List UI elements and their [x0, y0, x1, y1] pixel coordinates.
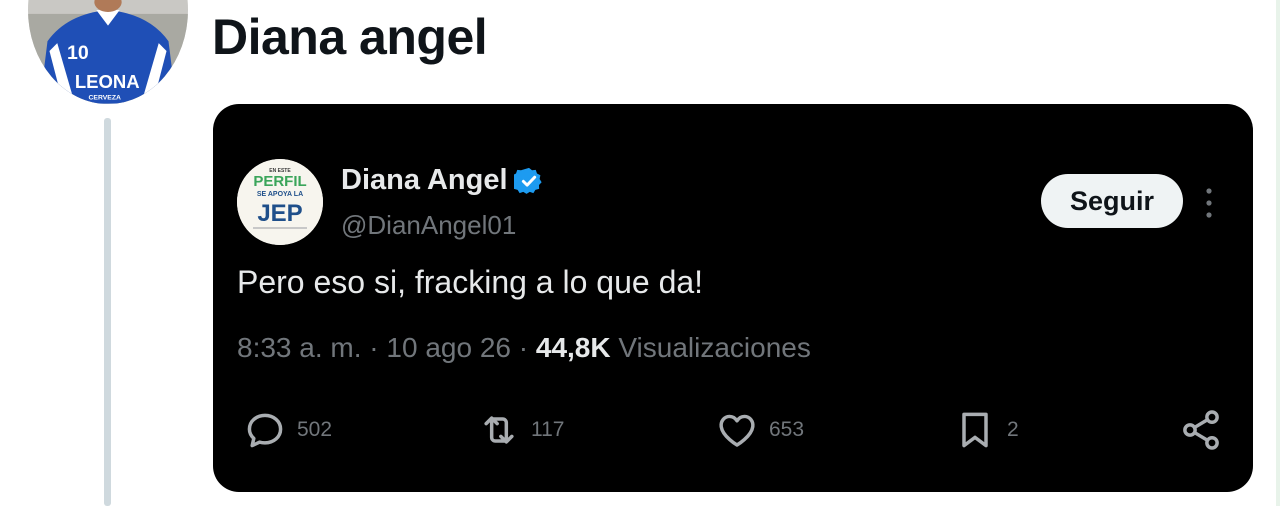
- like-button[interactable]: 653: [715, 408, 804, 452]
- views-label: Visualizaciones: [610, 332, 811, 363]
- reply-count: 502: [297, 418, 333, 441]
- jersey-number: 10: [67, 42, 89, 64]
- more-options-icon[interactable]: [1201, 186, 1217, 220]
- retweet-icon: [484, 416, 514, 444]
- jersey-sponsor-sub: CERVEZA: [88, 95, 121, 102]
- post-author-name[interactable]: Diana angel: [212, 8, 488, 66]
- share-icon: [1183, 410, 1219, 450]
- thread-line: [104, 118, 111, 506]
- embedded-tweet-name-row: Diana Angel: [341, 164, 544, 197]
- meta-separator: ·: [361, 332, 387, 363]
- verified-badge-icon: [513, 167, 542, 194]
- reply-button[interactable]: 502: [243, 408, 332, 452]
- tweet-date[interactable]: 10 ago 26: [386, 332, 511, 363]
- right-edge-border: [1276, 0, 1280, 506]
- profile-avatar[interactable]: 10 LEONA CERVEZA: [26, 0, 190, 106]
- embedded-tweet-display-name[interactable]: Diana Angel: [341, 164, 508, 197]
- avatar-text-jep: JEP: [257, 200, 302, 227]
- views-count[interactable]: 44,8K: [536, 332, 611, 363]
- share-button[interactable]: [1179, 408, 1223, 452]
- meta-separator: ·: [510, 332, 536, 363]
- embedded-tweet-handle[interactable]: @DianAngel01: [341, 210, 516, 241]
- follow-button[interactable]: Seguir: [1041, 174, 1183, 228]
- embedded-tweet-card[interactable]: EN ESTE PERFIL SE APOYA LA JEP Diana Ang…: [213, 104, 1253, 492]
- profile-avatar-image: 10 LEONA CERVEZA: [28, 0, 188, 104]
- retweet-count: 117: [531, 418, 565, 441]
- jep-logo-avatar: EN ESTE PERFIL SE APOYA LA JEP: [237, 159, 323, 245]
- embedded-tweet-avatar[interactable]: EN ESTE PERFIL SE APOYA LA JEP: [237, 159, 323, 245]
- avatar-text-perfil: PERFIL: [253, 173, 306, 190]
- retweet-button[interactable]: 117: [477, 408, 564, 452]
- bookmark-count: 2: [1007, 418, 1019, 441]
- like-count: 653: [769, 418, 805, 441]
- like-icon: [719, 414, 755, 447]
- tweet-time[interactable]: 8:33 a. m.: [237, 332, 362, 363]
- embedded-tweet-meta: 8:33 a. m. · 10 ago 26 · 44,8K Visualiza…: [237, 332, 811, 364]
- jersey-sponsor: LEONA: [75, 71, 140, 92]
- bookmark-button[interactable]: 2: [953, 408, 1019, 452]
- avatar-text-apoya: SE APOYA LA: [257, 191, 303, 198]
- reply-icon: [247, 413, 283, 448]
- bookmark-icon: [962, 412, 988, 448]
- embedded-tweet-text: Pero eso si, fracking a lo que da!: [237, 264, 704, 300]
